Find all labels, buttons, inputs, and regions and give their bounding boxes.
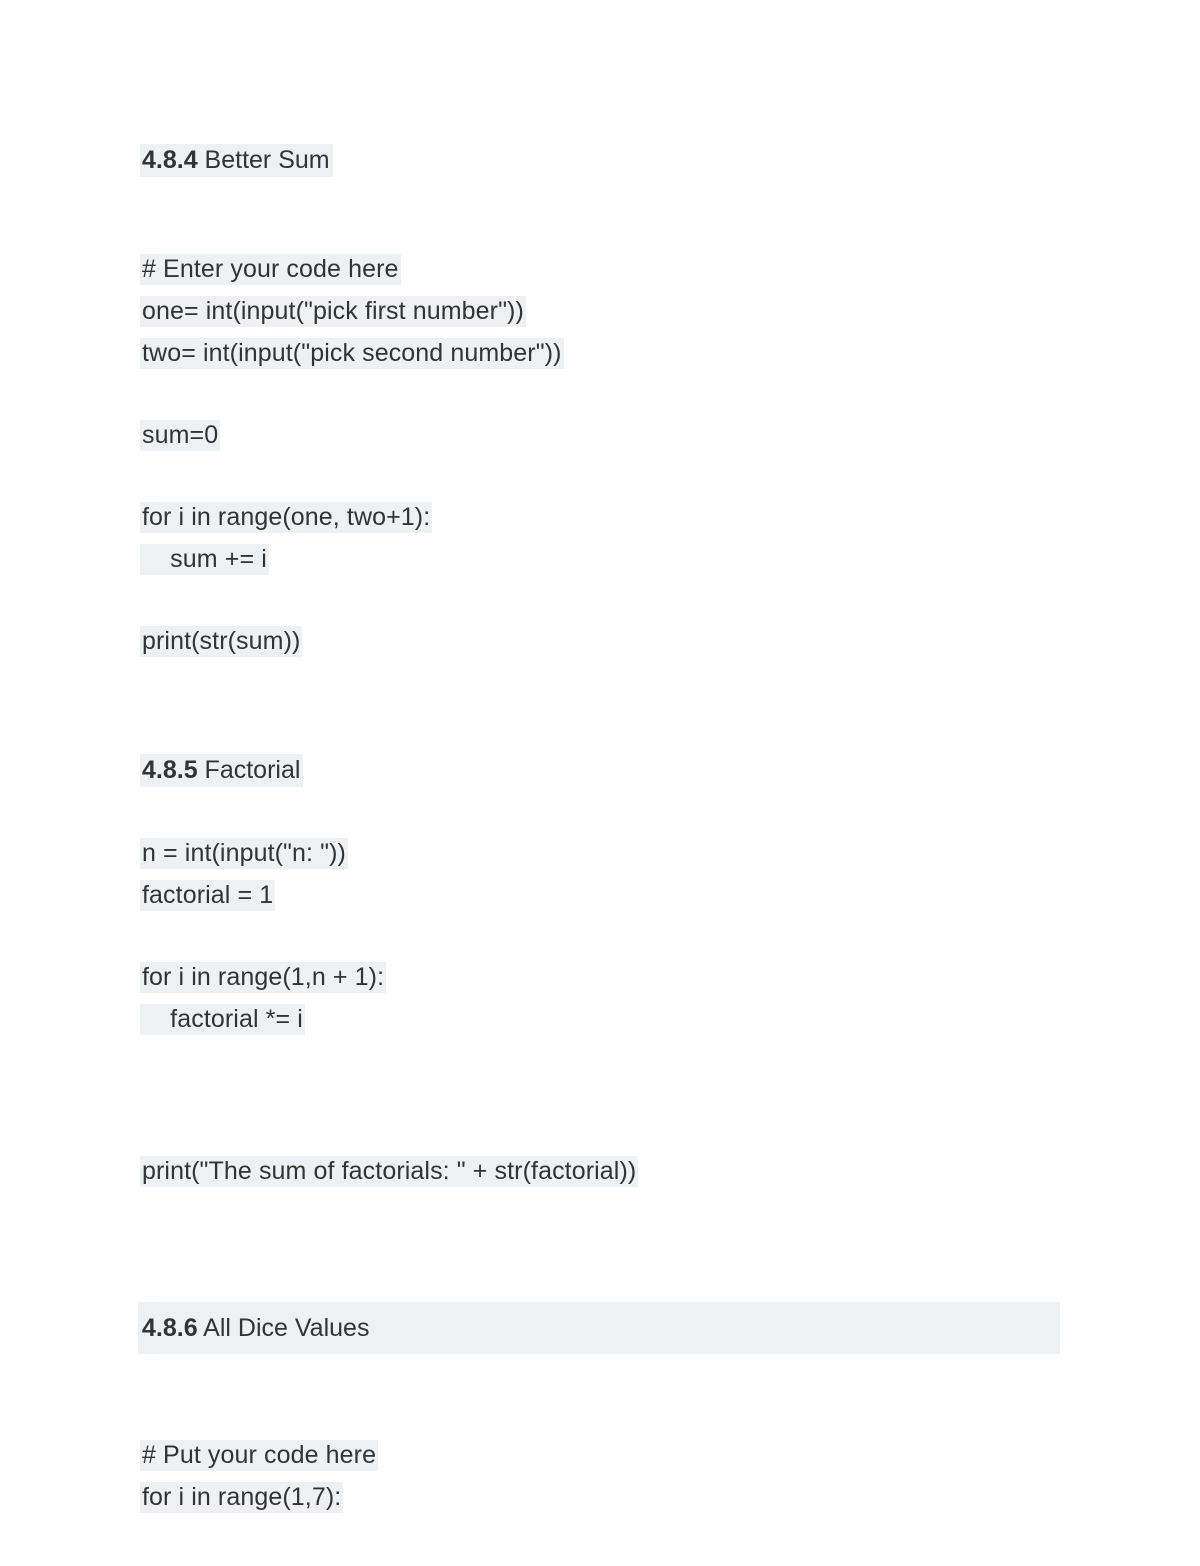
code-line: # Enter your code here [140,254,401,285]
code-line: for i in range(one, two+1): [140,502,433,533]
document-page: 4.8.4 Better Sum # Enter your code here … [0,0,1200,1553]
section-title-484: Better Sum [197,146,330,174]
section-number-485: 4.8.5 [142,756,198,784]
section-title-485: Factorial [197,756,301,784]
code-line: sum=0 [140,420,221,451]
code-line: print("The sum of factorials: " + str(fa… [140,1156,639,1187]
code-line: for i in range(1,n + 1): [140,962,387,993]
section-heading-485: 4.8.5 Factorial [140,748,1140,792]
section-number-486: 4.8.6 [142,1314,198,1342]
code-line: one= int(input("pick first number")) [140,296,526,327]
code-line: for i in range(1,7): [140,1482,344,1513]
code-line: # Put your code here [140,1440,379,1471]
code-line: n = int(input("n: ")) [140,838,348,869]
document-body: 4.8.4 Better Sum # Enter your code here … [138,138,1140,1518]
code-line: two= int(input("pick second number")) [140,338,564,369]
section-number-484: 4.8.4 [142,146,198,174]
section-heading-484: 4.8.4 Better Sum [140,138,1140,182]
code-line: factorial = 1 [140,880,276,911]
section-title-486: All Dice Values [197,1314,370,1342]
code-line: print(str(sum)) [140,626,303,657]
section-heading-486: 4.8.6 All Dice Values [138,1302,1140,1368]
code-line: factorial *= i [140,1004,305,1035]
code-line: sum += i [140,544,269,575]
